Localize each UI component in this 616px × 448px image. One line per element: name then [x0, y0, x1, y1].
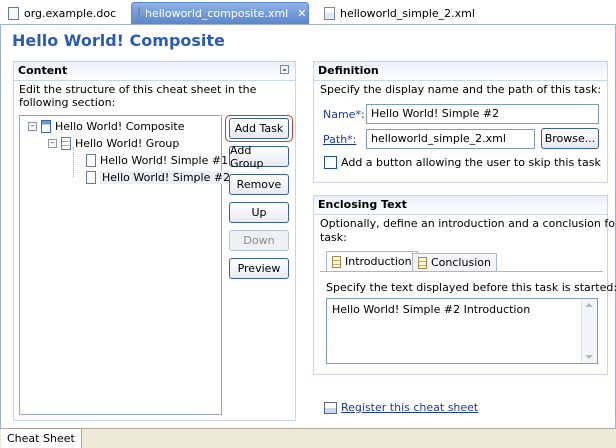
preview-button[interactable]: Preview	[229, 258, 289, 279]
cheatsheet-icon	[41, 120, 51, 133]
notepad-icon	[332, 255, 341, 268]
tree-node-group[interactable]: – Hello World! Group	[48, 137, 179, 150]
tab-cheat-sheet[interactable]: Cheat Sheet	[1, 429, 82, 448]
introduction-textarea[interactable]: Hello World! Simple #2 Introduction	[326, 298, 598, 364]
tree-node-simple-2[interactable]: Hello World! Simple #2	[86, 171, 233, 184]
content-header: Content –	[14, 62, 295, 81]
editor-tab-bar: org.example.doc helloworld_composite.xml…	[0, 0, 616, 25]
register-link[interactable]: Register this cheat sheet	[341, 401, 478, 414]
collapse-toggle-icon[interactable]: –	[28, 122, 37, 131]
name-label: Name*:	[323, 108, 365, 121]
register-row: Register this cheat sheet	[324, 401, 478, 414]
enclosing-text-section: Enclosing Text Optionally, define an int…	[313, 195, 616, 375]
page-title: Hello World! Composite	[12, 31, 225, 50]
register-icon	[324, 401, 337, 414]
path-input[interactable]: helloworld_simple_2.xml	[366, 129, 535, 149]
browse-button[interactable]: Browse...	[541, 128, 599, 149]
definition-header: Definition	[314, 62, 607, 81]
collapse-icon[interactable]: –	[280, 65, 289, 74]
tab-label: helloworld_simple_2.xml	[340, 6, 475, 20]
tree-node-simple-1[interactable]: Hello World! Simple #1	[86, 154, 228, 167]
tab-helloworld-composite[interactable]: helloworld_composite.xml ✕	[131, 2, 309, 24]
add-group-button[interactable]: Add Group	[229, 144, 289, 170]
down-button: Down	[229, 230, 289, 251]
tree-node-label: Hello World! Composite	[55, 120, 185, 133]
tree-line	[73, 147, 74, 177]
intro-prompt: Specify the text displayed before this t…	[326, 281, 616, 294]
content-header-label: Content	[18, 64, 68, 77]
skip-checkbox[interactable]	[324, 156, 337, 169]
task-icon	[86, 171, 96, 184]
tree-node-composite[interactable]: – Hello World! Composite	[28, 120, 185, 133]
path-link[interactable]: Path*:	[323, 133, 356, 146]
scroll-down-icon[interactable]	[585, 355, 593, 359]
tab-label: helloworld_composite.xml	[145, 7, 289, 20]
definition-section: Definition Specify the display name and …	[313, 61, 608, 183]
tab-divider	[320, 271, 603, 272]
remove-button[interactable]: Remove	[229, 174, 289, 195]
collapse-toggle-icon[interactable]: –	[48, 139, 57, 148]
tab-introduction[interactable]: Introduction	[326, 251, 418, 271]
up-button[interactable]: Up	[229, 202, 289, 223]
notepad-icon	[418, 256, 427, 269]
structure-tree[interactable]: – Hello World! Composite – Hello World! …	[19, 115, 233, 415]
xml-file-icon	[138, 7, 140, 20]
enclosing-description-line2: task:	[320, 231, 347, 244]
tab-helloworld-simple-2[interactable]: helloworld_simple_2.xml	[318, 2, 481, 24]
name-input[interactable]: Hello World! Simple #2	[366, 104, 599, 124]
content-description: Edit the structure of this cheat sheet i…	[19, 83, 257, 109]
tab-label: Conclusion	[431, 256, 491, 269]
vertical-scrollbar[interactable]	[581, 299, 597, 363]
skip-label: Add a button allowing the user to skip t…	[341, 156, 601, 169]
tree-node-label-selected: Hello World! Simple #2	[100, 171, 233, 184]
tree-node-label: Hello World! Group	[75, 137, 180, 150]
content-section: Content – Edit the structure of this che…	[13, 61, 296, 421]
tab-conclusion[interactable]: Conclusion	[412, 253, 497, 271]
enclosing-description-line1: Optionally, define an introduction and a…	[320, 217, 616, 230]
group-icon	[61, 137, 71, 150]
tab-org-example-doc[interactable]: org.example.doc	[2, 2, 123, 24]
close-icon[interactable]: ✕	[297, 7, 306, 20]
add-task-button[interactable]: Add Task	[229, 118, 289, 139]
tab-label: Introduction	[345, 255, 412, 268]
task-icon	[86, 154, 96, 167]
xml-file-icon	[324, 6, 335, 20]
file-icon	[8, 6, 19, 20]
tree-node-label: Hello World! Simple #1	[100, 154, 229, 167]
tab-label: Cheat Sheet	[7, 432, 75, 445]
definition-description: Specify the display name and the path of…	[320, 83, 602, 96]
scroll-up-icon[interactable]	[585, 303, 593, 307]
enclosing-header: Enclosing Text	[314, 196, 607, 215]
tab-label: org.example.doc	[24, 6, 117, 20]
introduction-text: Hello World! Simple #2 Introduction	[332, 303, 531, 316]
bottom-tab-bar: Cheat Sheet	[0, 428, 616, 448]
